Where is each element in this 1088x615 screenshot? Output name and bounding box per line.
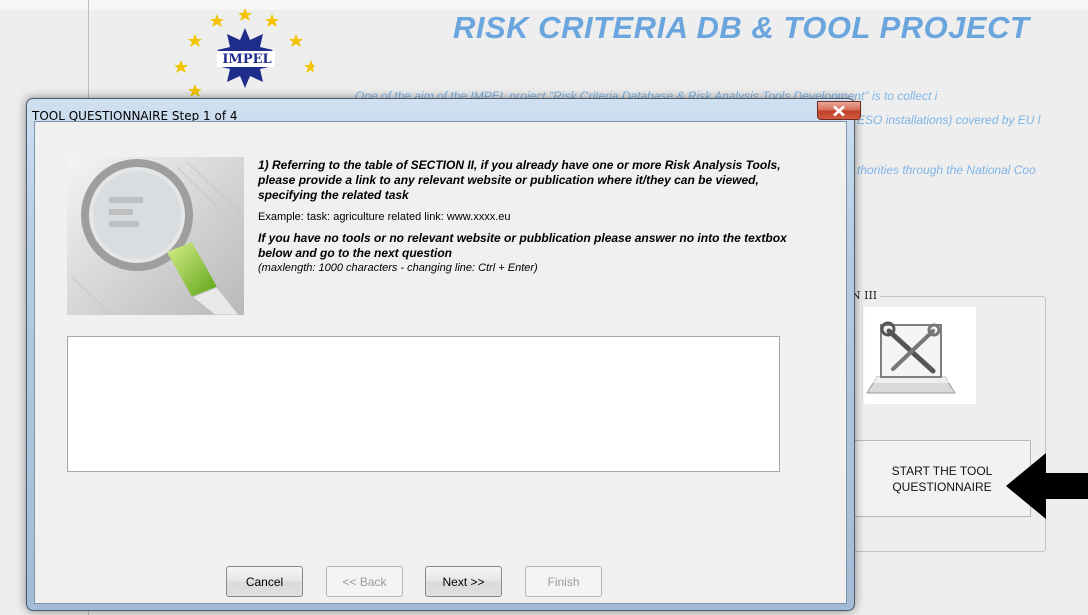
finish-button[interactable]: Finish bbox=[525, 566, 602, 597]
close-button[interactable] bbox=[817, 101, 861, 120]
laptop-tools-icon bbox=[866, 321, 956, 394]
back-button[interactable]: << Back bbox=[326, 566, 403, 597]
page-title: RISK CRITERIA DB & TOOL PROJECT bbox=[453, 10, 1030, 45]
cancel-button[interactable]: Cancel bbox=[226, 566, 303, 597]
example-text: Example: task: agriculture related link:… bbox=[258, 211, 511, 223]
question-text: 1) Referring to the table of SECTION II,… bbox=[258, 158, 781, 202]
impel-logo-text: IMPEL bbox=[222, 52, 272, 67]
magnifier-icon bbox=[67, 157, 244, 315]
next-button[interactable]: Next >> bbox=[425, 566, 502, 597]
arrow-left-icon bbox=[1006, 453, 1088, 519]
close-icon bbox=[833, 105, 845, 116]
instruction-text: If you have no tools or no relevant webs… bbox=[258, 231, 787, 260]
laptop-tools-image bbox=[862, 307, 976, 404]
answer-textbox[interactable] bbox=[67, 336, 780, 472]
intro-text-line-2: ESO installations) covered by EU l bbox=[857, 113, 1041, 127]
start-tool-questionnaire-button[interactable]: START THE TOOL QUESTIONNAIRE bbox=[853, 440, 1031, 517]
question-block: 1) Referring to the table of SECTION II,… bbox=[258, 158, 833, 275]
dialog-content: 1) Referring to the table of SECTION II,… bbox=[34, 121, 847, 604]
intro-text-line-3: thorities through the National Coo bbox=[857, 163, 1036, 177]
sheet-top-strip bbox=[0, 0, 1088, 10]
maxlength-hint: (maxlength: 1000 characters - changing l… bbox=[258, 262, 538, 274]
tool-questionnaire-dialog: TOOL QUESTIONNAIRE Step 1 of 4 1) Referr… bbox=[26, 98, 861, 611]
